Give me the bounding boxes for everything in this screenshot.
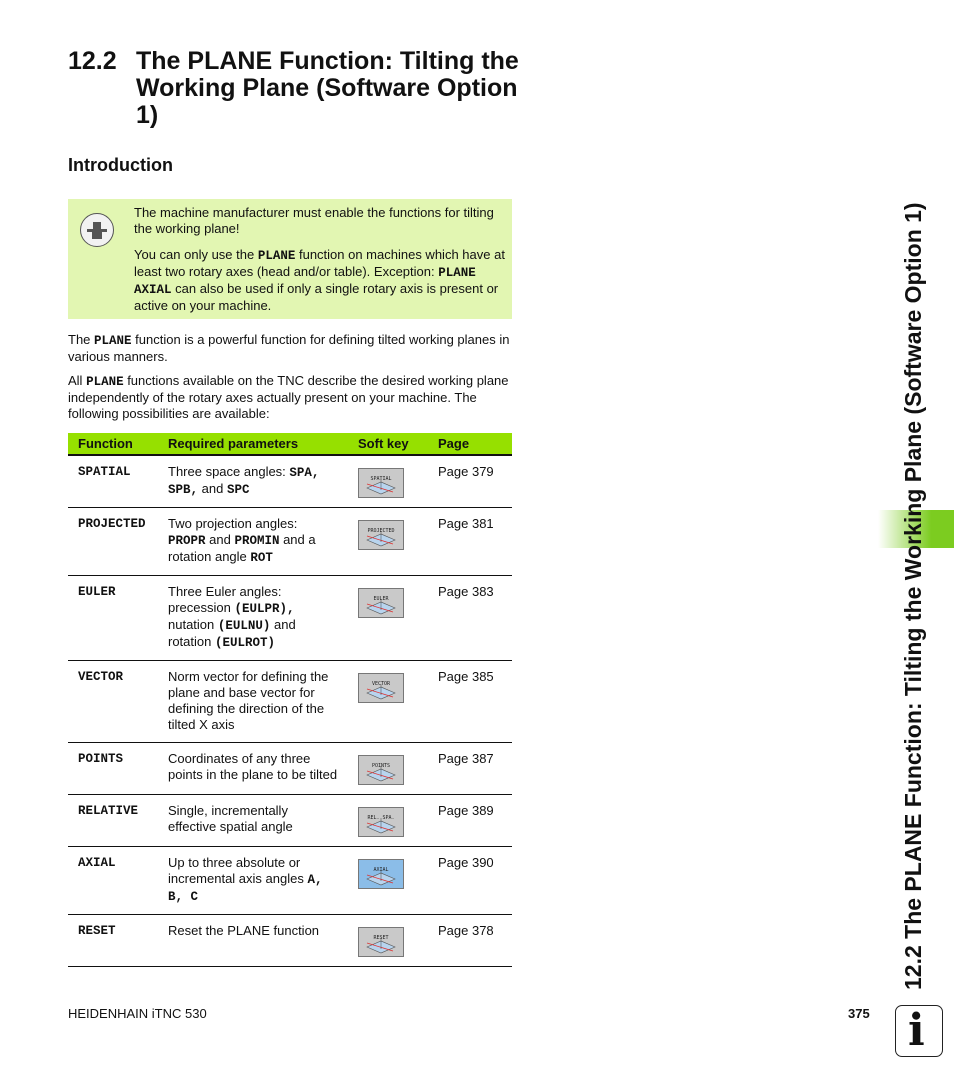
machine-manufacturer-icon xyxy=(80,213,114,247)
page-reference[interactable]: Page 379 xyxy=(428,455,512,508)
sidebar-chapter-title: 12.2 The PLANE Function: Tilting the Wor… xyxy=(900,202,926,990)
softkey-points[interactable]: POINTS xyxy=(358,755,404,785)
required-parameters: Two projection angles: PROPR and PROMIN … xyxy=(158,507,348,576)
col-header-parameters: Required parameters xyxy=(158,433,348,456)
table-row: AXIAL Up to three absolute or incremental… xyxy=(68,846,512,915)
required-parameters: Three space angles: SPA, SPB, and SPC xyxy=(158,455,348,508)
softkey-spatial[interactable]: SPATIAL xyxy=(358,468,404,498)
page-reference[interactable]: Page 383 xyxy=(428,575,512,661)
softkey-reset[interactable]: RESET xyxy=(358,927,404,957)
intro-paragraph-2: All PLANE functions available on the TNC… xyxy=(68,373,509,421)
footer-product: HEIDENHAIN iTNC 530 xyxy=(68,1006,207,1021)
note-box: The machine manufacturer must enable the… xyxy=(68,199,512,319)
info-icon: i xyxy=(895,1005,943,1057)
function-name: SPATIAL xyxy=(68,455,158,508)
col-header-page: Page xyxy=(428,433,512,456)
page-number: 375 xyxy=(848,1006,870,1021)
softkey-axial[interactable]: AXIAL xyxy=(358,859,404,889)
function-name: RELATIVE xyxy=(68,794,158,847)
col-header-function: Function xyxy=(68,433,158,456)
required-parameters: Single, incrementally effective spatial … xyxy=(158,794,348,847)
required-parameters: Up to three absolute or incremental axis… xyxy=(158,846,348,915)
col-header-softkey: Soft key xyxy=(348,433,428,456)
table-row: POINTS Coordinates of any three points in… xyxy=(68,742,512,795)
section-title: The PLANE Function: Tilting the Working … xyxy=(136,47,519,129)
function-name: PROJECTED xyxy=(68,507,158,576)
page-reference[interactable]: Page 381 xyxy=(428,507,512,576)
function-name: AXIAL xyxy=(68,846,158,915)
required-parameters: Norm vector for defining the plane and b… xyxy=(158,660,348,743)
required-parameters: Three Euler angles: precession (EULPR), … xyxy=(158,575,348,661)
page-reference[interactable]: Page 389 xyxy=(428,794,512,847)
table-row: RELATIVE Single, incrementally effective … xyxy=(68,794,512,847)
function-name: EULER xyxy=(68,575,158,661)
subheading: Introduction xyxy=(68,155,173,175)
softkey-euler[interactable]: EULER xyxy=(358,588,404,618)
page-reference[interactable]: Page 387 xyxy=(428,742,512,795)
softkey-vector[interactable]: VECTOR xyxy=(358,673,404,703)
page-reference[interactable]: Page 378 xyxy=(428,914,512,967)
page-reference[interactable]: Page 385 xyxy=(428,660,512,743)
table-row: RESET Reset the PLANE function RESET Page 3… xyxy=(68,914,512,967)
table-row: PROJECTED Two projection angles: PROPR an… xyxy=(68,507,512,576)
page-reference[interactable]: Page 390 xyxy=(428,846,512,915)
softkey-projected[interactable]: PROJECTED xyxy=(358,520,404,550)
note-text-1: The machine manufacturer must enable the… xyxy=(134,205,494,236)
plane-functions-table: Function Required parameters Soft key Pa… xyxy=(68,433,512,967)
softkey-relative[interactable]: REL. SPA. xyxy=(358,807,404,837)
table-row: SPATIAL Three space angles: SPA, SPB, and… xyxy=(68,455,512,508)
function-name: VECTOR xyxy=(68,660,158,743)
function-name: RESET xyxy=(68,914,158,967)
note-text-2: You can only use the PLANE function on m… xyxy=(134,247,505,313)
function-name: POINTS xyxy=(68,742,158,795)
required-parameters: Coordinates of any three points in the p… xyxy=(158,742,348,795)
table-row: VECTOR Norm vector for defining the plane… xyxy=(68,660,512,743)
table-row: EULER Three Euler angles: precession (EUL… xyxy=(68,575,512,661)
intro-paragraph-1: The PLANE function is a powerful functio… xyxy=(68,332,510,364)
section-number: 12.2 xyxy=(68,47,117,75)
required-parameters: Reset the PLANE function xyxy=(158,914,348,967)
